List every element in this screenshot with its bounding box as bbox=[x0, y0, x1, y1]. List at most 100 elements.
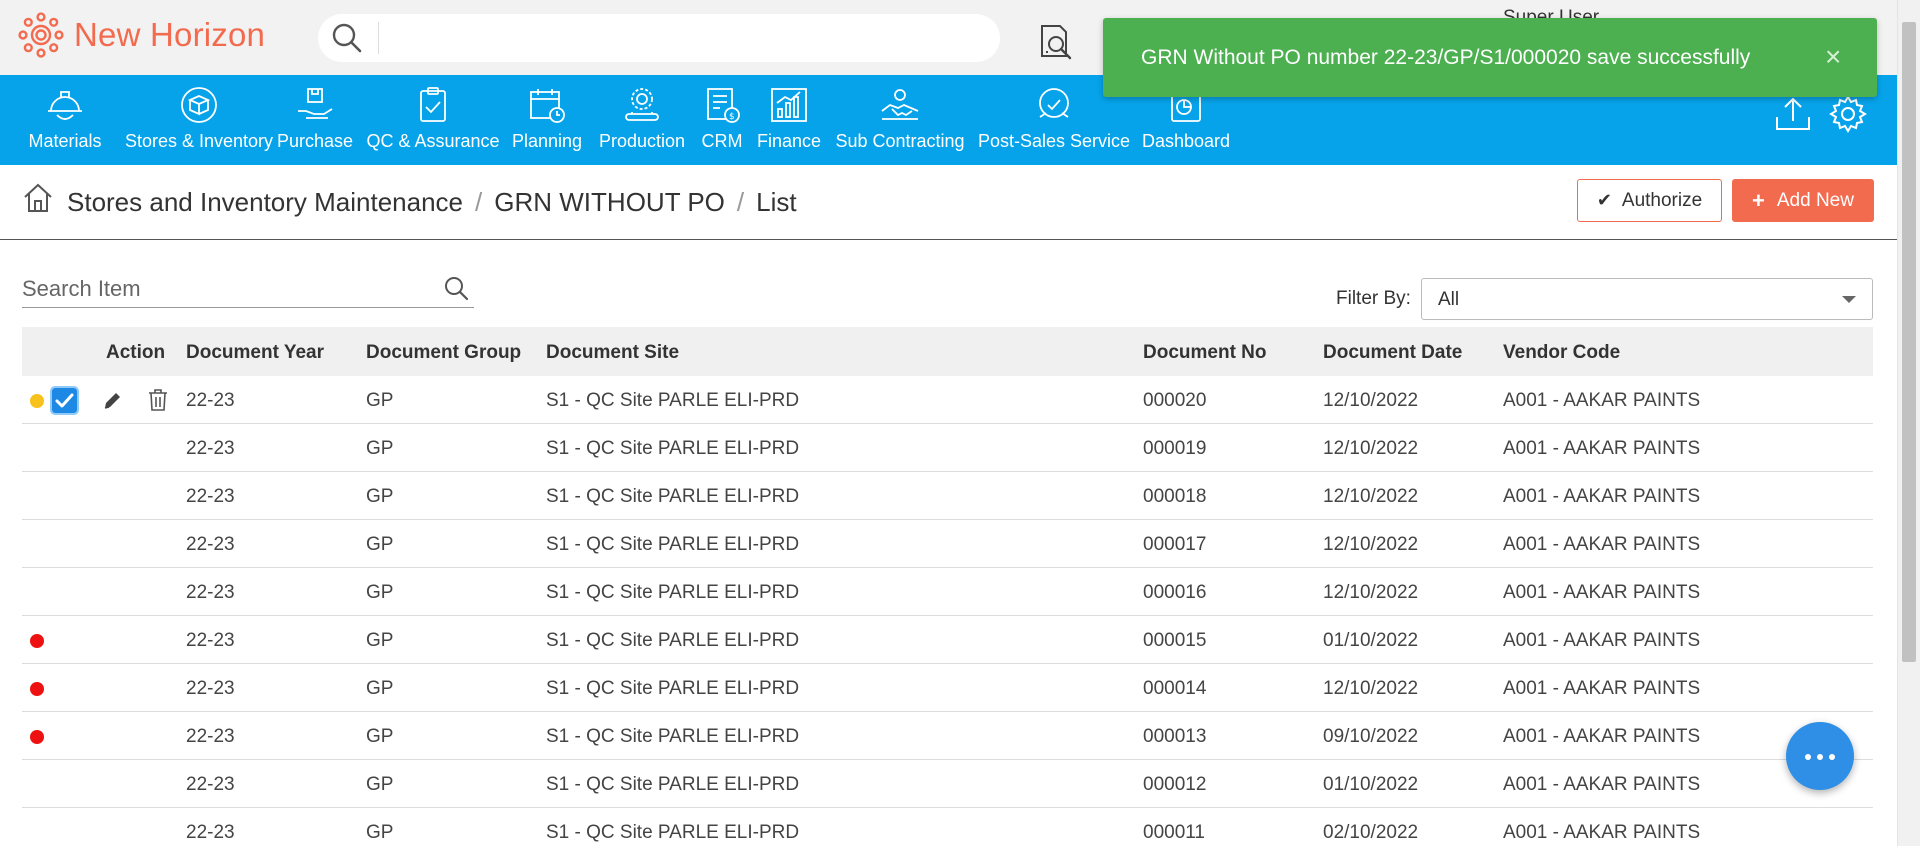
nav-label: Sub Contracting bbox=[835, 131, 965, 151]
status-dot-red bbox=[30, 730, 44, 744]
add-new-button[interactable]: + Add New bbox=[1732, 179, 1874, 222]
cell-document-date: 12/10/2022 bbox=[1323, 678, 1419, 699]
table-row[interactable]: 22-23 GP S1 - QC Site PARLE ELI-PRD 000011 0… bbox=[22, 808, 1873, 846]
breadcrumb-page[interactable]: GRN WITHOUT PO bbox=[494, 187, 725, 217]
nav-label: CRM bbox=[701, 131, 743, 151]
cell-vendor-code: A001 - AAKAR PAINTS bbox=[1503, 630, 1701, 651]
nav-label: Planning bbox=[511, 131, 583, 151]
nav-label: Purchase bbox=[276, 131, 354, 151]
cell-document-group: GP bbox=[366, 678, 394, 699]
cell-document-group: GP bbox=[366, 774, 394, 795]
upload-icon[interactable] bbox=[1774, 95, 1812, 133]
header-action: Action bbox=[106, 342, 166, 363]
edit-pencil-icon[interactable] bbox=[102, 389, 124, 416]
table-row[interactable]: 22-23 GP S1 - QC Site PARLE ELI-PRD 000014 1… bbox=[22, 664, 1873, 712]
success-toast: GRN Without PO number 22-23/GP/S1/000020… bbox=[1103, 18, 1877, 97]
checkmark-icon: ✔ bbox=[1596, 190, 1612, 210]
table-row[interactable]: 22-23 GP S1 - QC Site PARLE ELI-PRD 000017 1… bbox=[22, 520, 1873, 568]
cell-document-date: 09/10/2022 bbox=[1323, 726, 1419, 747]
global-search-input[interactable] bbox=[388, 20, 978, 56]
breadcrumb-module[interactable]: Stores and Inventory Maintenance bbox=[67, 187, 463, 217]
cell-document-group: GP bbox=[366, 630, 394, 651]
cell-vendor-code: A001 - AAKAR PAINTS bbox=[1503, 438, 1701, 459]
cell-document-year: 22-23 bbox=[186, 822, 235, 843]
settings-gear-icon[interactable] bbox=[1829, 95, 1867, 133]
cell-document-group: GP bbox=[366, 438, 394, 459]
header-document-no[interactable]: Document No bbox=[1143, 342, 1267, 364]
cell-document-site: S1 - QC Site PARLE ELI-PRD bbox=[546, 582, 800, 603]
search-icon[interactable] bbox=[330, 21, 364, 55]
header-document-date[interactable]: Document Date bbox=[1323, 342, 1462, 364]
cell-document-group: GP bbox=[366, 486, 394, 507]
table-row[interactable]: 22-23 GP S1 - QC Site PARLE ELI-PRD 000020 1… bbox=[22, 376, 1873, 424]
app-name: New Horizon bbox=[74, 16, 266, 53]
table-row[interactable]: 22-23 GP S1 - QC Site PARLE ELI-PRD 000018 1… bbox=[22, 472, 1873, 520]
cell-document-date: 12/10/2022 bbox=[1323, 534, 1419, 555]
nav-item-planning[interactable]: Planning bbox=[512, 75, 582, 165]
nav-item-purchase[interactable]: Purchase bbox=[276, 75, 354, 165]
table-body: 22-23 GP S1 - QC Site PARLE ELI-PRD 000020 1… bbox=[22, 376, 1873, 846]
header-document-group[interactable]: Document Group bbox=[366, 342, 521, 364]
cell-document-site: S1 - QC Site PARLE ELI-PRD bbox=[546, 726, 800, 747]
chat-button[interactable] bbox=[1786, 722, 1854, 790]
bar-chart-icon bbox=[771, 88, 807, 122]
plus-icon: + bbox=[1752, 187, 1765, 213]
header-vendor-code[interactable]: Vendor Code bbox=[1503, 342, 1620, 364]
cell-document-year: 22-23 bbox=[186, 486, 235, 507]
app-logo[interactable]: New Horizon bbox=[18, 12, 265, 58]
cell-document-no: 000018 bbox=[1143, 486, 1207, 507]
cell-document-no: 000017 bbox=[1143, 534, 1207, 555]
header-document-year[interactable]: Document Year bbox=[186, 342, 324, 364]
cell-document-year: 22-23 bbox=[186, 534, 235, 555]
cell-document-site: S1 - QC Site PARLE ELI-PRD bbox=[546, 438, 800, 459]
authorize-button[interactable]: ✔ Authorize bbox=[1577, 179, 1722, 222]
table-row[interactable]: 22-23 GP S1 - QC Site PARLE ELI-PRD 000019 1… bbox=[22, 424, 1873, 472]
nav-item-finance[interactable]: Finance bbox=[756, 75, 822, 165]
cell-document-group: GP bbox=[366, 390, 394, 411]
cell-document-no: 000012 bbox=[1143, 774, 1207, 795]
table-row[interactable]: 22-23 GP S1 - QC Site PARLE ELI-PRD 000016 1… bbox=[22, 568, 1873, 616]
checkmark-icon bbox=[55, 393, 74, 408]
cell-document-site: S1 - QC Site PARLE ELI-PRD bbox=[546, 822, 800, 843]
nav-item-production[interactable]: Production bbox=[597, 75, 687, 165]
cell-vendor-code: A001 - AAKAR PAINTS bbox=[1503, 774, 1701, 795]
row-checkbox[interactable] bbox=[50, 386, 79, 415]
scrollbar-thumb[interactable] bbox=[1902, 22, 1916, 662]
cell-document-group: GP bbox=[366, 534, 394, 555]
nav-label: Dashboard bbox=[1141, 131, 1231, 151]
table-row[interactable]: 22-23 GP S1 - QC Site PARLE ELI-PRD 000013 0… bbox=[22, 712, 1873, 760]
cell-document-year: 22-23 bbox=[186, 726, 235, 747]
filter-dropdown[interactable]: All bbox=[1421, 278, 1873, 320]
grn-table: Action Document Year Document Group Docu… bbox=[22, 327, 1873, 846]
cell-document-no: 000013 bbox=[1143, 726, 1207, 747]
nav-label: Materials bbox=[28, 131, 102, 151]
cell-vendor-code: A001 - AAKAR PAINTS bbox=[1503, 726, 1701, 747]
search-icon[interactable] bbox=[442, 274, 470, 302]
cell-document-year: 22-23 bbox=[186, 774, 235, 795]
delete-trash-icon[interactable] bbox=[147, 388, 169, 417]
document-search-icon[interactable] bbox=[1036, 22, 1076, 62]
nav-label: Stores & Inventory bbox=[124, 131, 274, 151]
gear-conveyor-icon bbox=[625, 88, 659, 121]
item-search-input[interactable] bbox=[22, 274, 422, 304]
nav-item-sub-contracting[interactable]: Sub Contracting bbox=[835, 75, 965, 165]
box-icon bbox=[181, 87, 217, 123]
calendar-clock-icon bbox=[530, 89, 565, 123]
nav-item-stores-inventory[interactable]: Stores & Inventory bbox=[118, 75, 280, 165]
service-support-icon bbox=[1039, 88, 1069, 118]
header-document-site[interactable]: Document Site bbox=[546, 342, 679, 364]
page-scrollbar[interactable] bbox=[1897, 0, 1920, 846]
nav-item-crm[interactable]: $ CRM bbox=[701, 75, 743, 165]
cell-document-site: S1 - QC Site PARLE ELI-PRD bbox=[546, 486, 800, 507]
table-row[interactable]: 22-23 GP S1 - QC Site PARLE ELI-PRD 000012 0… bbox=[22, 760, 1873, 808]
nav-item-materials[interactable]: Materials bbox=[23, 75, 107, 165]
nav-item-qc-assurance[interactable]: QC & Assurance bbox=[366, 75, 500, 165]
add-new-label: Add New bbox=[1776, 189, 1854, 211]
home-icon[interactable] bbox=[22, 182, 54, 214]
table-row[interactable]: 22-23 GP S1 - QC Site PARLE ELI-PRD 000015 0… bbox=[22, 616, 1873, 664]
cell-document-year: 22-23 bbox=[186, 438, 235, 459]
cell-document-site: S1 - QC Site PARLE ELI-PRD bbox=[546, 630, 800, 651]
toast-close-button[interactable]: × bbox=[1825, 43, 1841, 71]
cell-document-group: GP bbox=[366, 726, 394, 747]
global-search[interactable] bbox=[318, 14, 1000, 62]
